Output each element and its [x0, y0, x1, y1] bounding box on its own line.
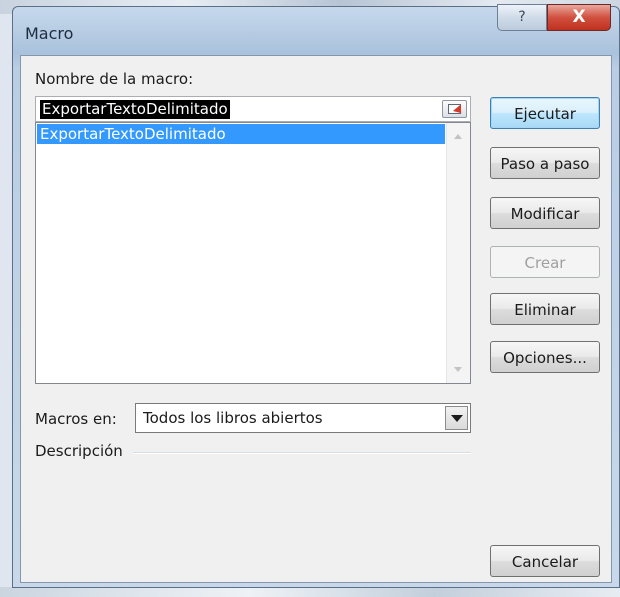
run-button[interactable]: Ejecutar	[490, 97, 600, 129]
dropdown-button[interactable]	[445, 406, 468, 430]
macros-in-label: Macros en:	[35, 410, 117, 428]
step-into-button[interactable]: Paso a paso	[490, 147, 600, 179]
description-divider	[133, 452, 471, 454]
edit-button[interactable]: Modificar	[490, 197, 600, 229]
macro-list[interactable]: ExportarTextoDelimitado	[35, 122, 471, 384]
options-button[interactable]: Opciones...	[490, 341, 600, 373]
help-button[interactable]: ?	[497, 4, 547, 31]
macro-name-input[interactable]: ExportarTextoDelimitado	[35, 96, 471, 122]
scroll-down-icon[interactable]	[454, 367, 462, 372]
close-button[interactable]: X	[547, 4, 611, 31]
scroll-up-icon[interactable]	[454, 134, 462, 139]
dialog-body: Nombre de la macro: ExportarTextoDelimit…	[20, 55, 612, 583]
background-spreadsheet-bottom	[0, 587, 620, 597]
list-scrollbar[interactable]	[446, 123, 470, 383]
description-label: Descripción	[35, 442, 123, 460]
macros-in-select[interactable]: Todos los libros abiertos	[135, 403, 471, 433]
macro-name-label: Nombre de la macro:	[35, 70, 194, 88]
collapse-dialog-icon[interactable]	[442, 100, 467, 118]
list-item[interactable]: ExportarTextoDelimitado	[37, 124, 445, 144]
macro-name-value: ExportarTextoDelimitado	[40, 100, 230, 119]
macro-dialog: Macro ? X Nombre de la macro: ExportarTe…	[12, 4, 620, 588]
create-button: Crear	[490, 246, 600, 278]
delete-button[interactable]: Eliminar	[490, 293, 600, 325]
chevron-down-icon	[451, 415, 463, 422]
cancel-button[interactable]: Cancelar	[490, 545, 600, 577]
macros-in-value: Todos los libros abiertos	[143, 409, 323, 427]
dialog-title: Macro	[25, 24, 74, 43]
